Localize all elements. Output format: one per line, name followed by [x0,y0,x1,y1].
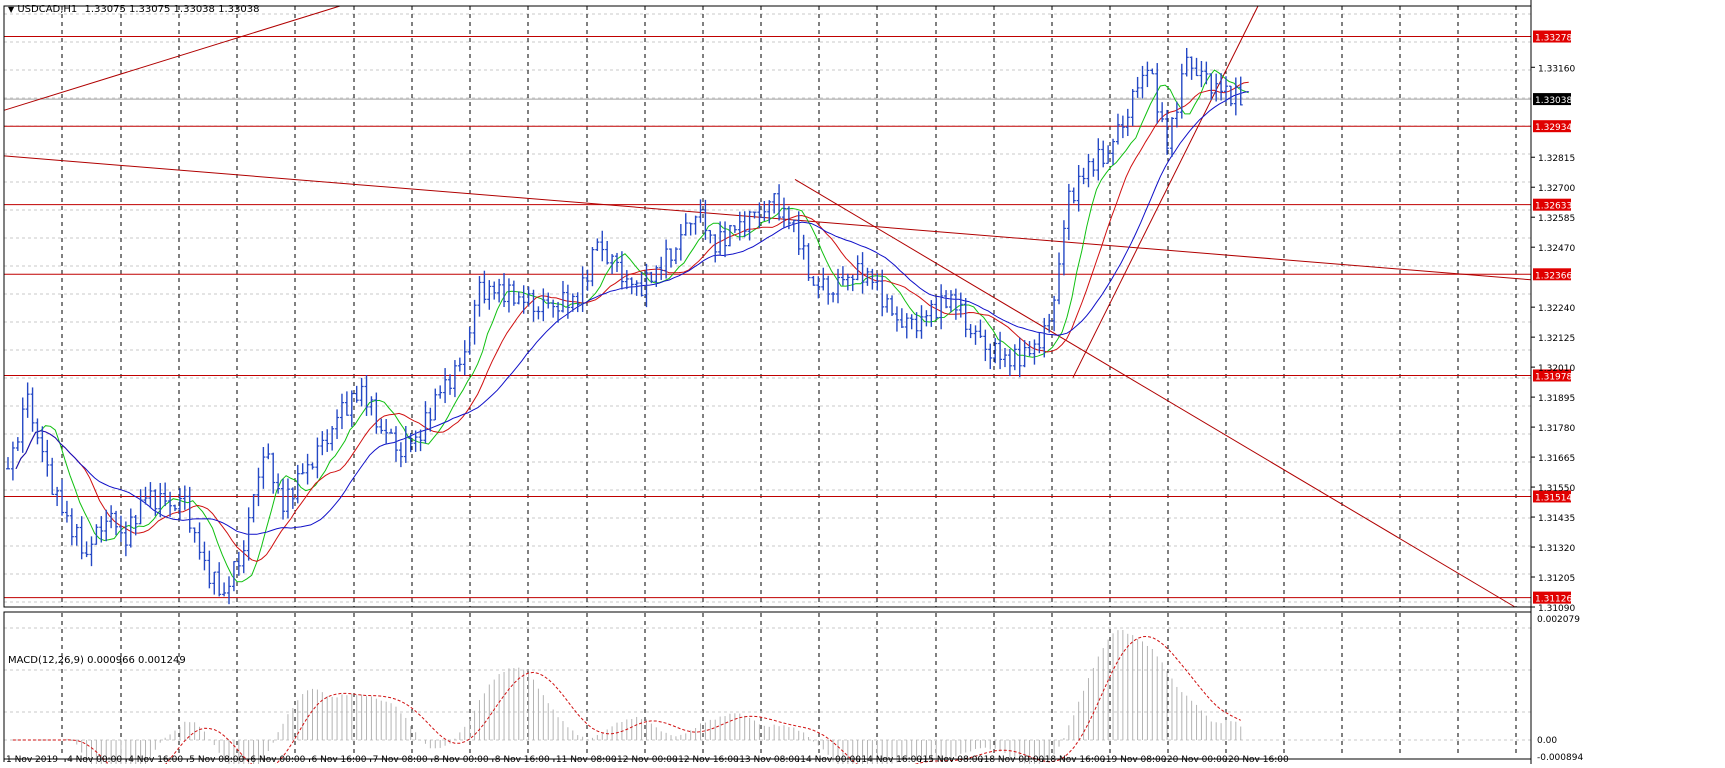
chart-svg[interactable]: 1.332781.329341.326331.323661.319781.315… [0,0,1725,768]
time-label: 20 Nov 00:00 [1167,755,1228,764]
price-label: 1.31435 [1538,514,1575,524]
time-label: 14 Nov 16:00 [861,755,922,764]
chart-window[interactable]: 1.33278 1.32934 1.32633 1.32366 1.31978 1.315… [0,0,1725,768]
macd-label: MACD(12,26,9) 0.000966 0.001249 [8,655,186,666]
level-label: 1.32366 [1535,271,1572,281]
time-label: 15 Nov 08:00 [923,755,984,764]
time-label: 8 Nov 16:00 [495,755,550,764]
time-label: 12 Nov 16:00 [678,755,739,764]
current-price-label: 1.33038 [1535,96,1572,106]
price-label: 1.32240 [1538,304,1575,314]
time-label: 1 Nov 2019 [6,755,58,764]
time-label: 18 Nov 00:00 [984,755,1045,764]
time-scale[interactable]: 1 Nov 2019 4 Nov 00:00 4 Nov 16:00 5 Nov 08… [3,755,1289,765]
symbol-name: USDCAD,H1 [17,4,78,15]
price-label: 1.31320 [1538,544,1575,554]
price-label: 1.31665 [1538,454,1575,464]
price-label: 1.32010 [1538,364,1575,374]
ohlc-values: 1.33075 1.33075 1.33038 1.33038 [84,4,260,15]
level-label: 1.32934 [1535,123,1572,133]
time-label: 11 Nov 08:00 [556,755,617,764]
time-label: 13 Nov 08:00 [739,755,800,764]
price-label: 1.31895 [1538,394,1575,404]
price-label: 1.31550 [1538,484,1575,494]
price-label: 1.31780 [1538,424,1575,434]
time-label: 6 Nov 00:00 [250,755,305,764]
level-label: 1.33278 [1535,34,1572,44]
time-label: 5 Nov 08:00 [189,755,244,764]
time-label: 14 Nov 00:00 [800,755,861,764]
price-label: 1.32700 [1538,184,1575,194]
time-label: 19 Nov 08:00 [1106,755,1167,764]
price-label: 1.32125 [1538,334,1575,344]
level-label: 1.32633 [1535,202,1572,212]
macd-scale-label: 0.002079 [1537,615,1580,625]
time-label: 4 Nov 00:00 [67,755,122,764]
level-label: 1.31514 [1535,493,1572,503]
time-label: 18 Nov 16:00 [1045,755,1106,764]
price-label: 1.32470 [1538,244,1575,254]
symbol-header: ▼ USDCAD,H1 1.33075 1.33075 1.33038 1.33… [8,4,259,15]
price-label: 1.31205 [1538,574,1575,584]
price-label: 1.33160 [1538,64,1575,74]
time-label: 8 Nov 00:00 [434,755,489,764]
menu-arrow-icon[interactable]: ▼ [8,5,14,14]
macd-scale-label: 0.00 [1537,736,1557,746]
time-label: 4 Nov 16:00 [128,755,183,764]
price-label: 1.32585 [1538,214,1575,224]
time-label: 20 Nov 16:00 [1228,755,1289,764]
time-label: 6 Nov 16:00 [312,755,367,764]
macd-scale-label: -0.000894 [1537,753,1583,763]
chart-background [0,0,1725,764]
time-label: 7 Nov 08:00 [373,755,428,764]
price-label: 1.32815 [1538,154,1575,164]
price-label: 1.31090 [1538,604,1575,614]
time-label: 12 Nov 00:00 [617,755,678,764]
